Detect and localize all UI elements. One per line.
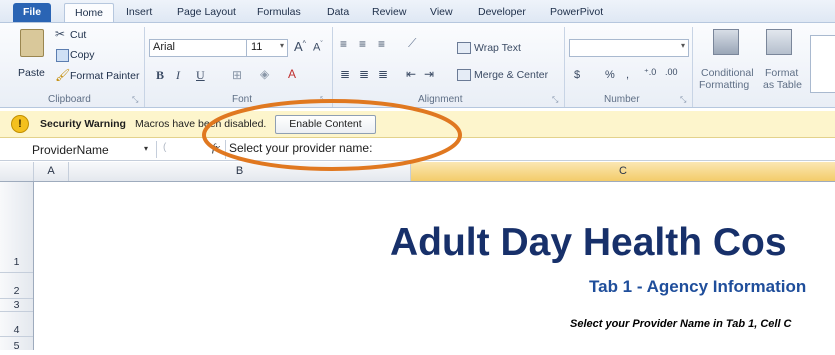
annotation-ellipse [202,99,462,171]
